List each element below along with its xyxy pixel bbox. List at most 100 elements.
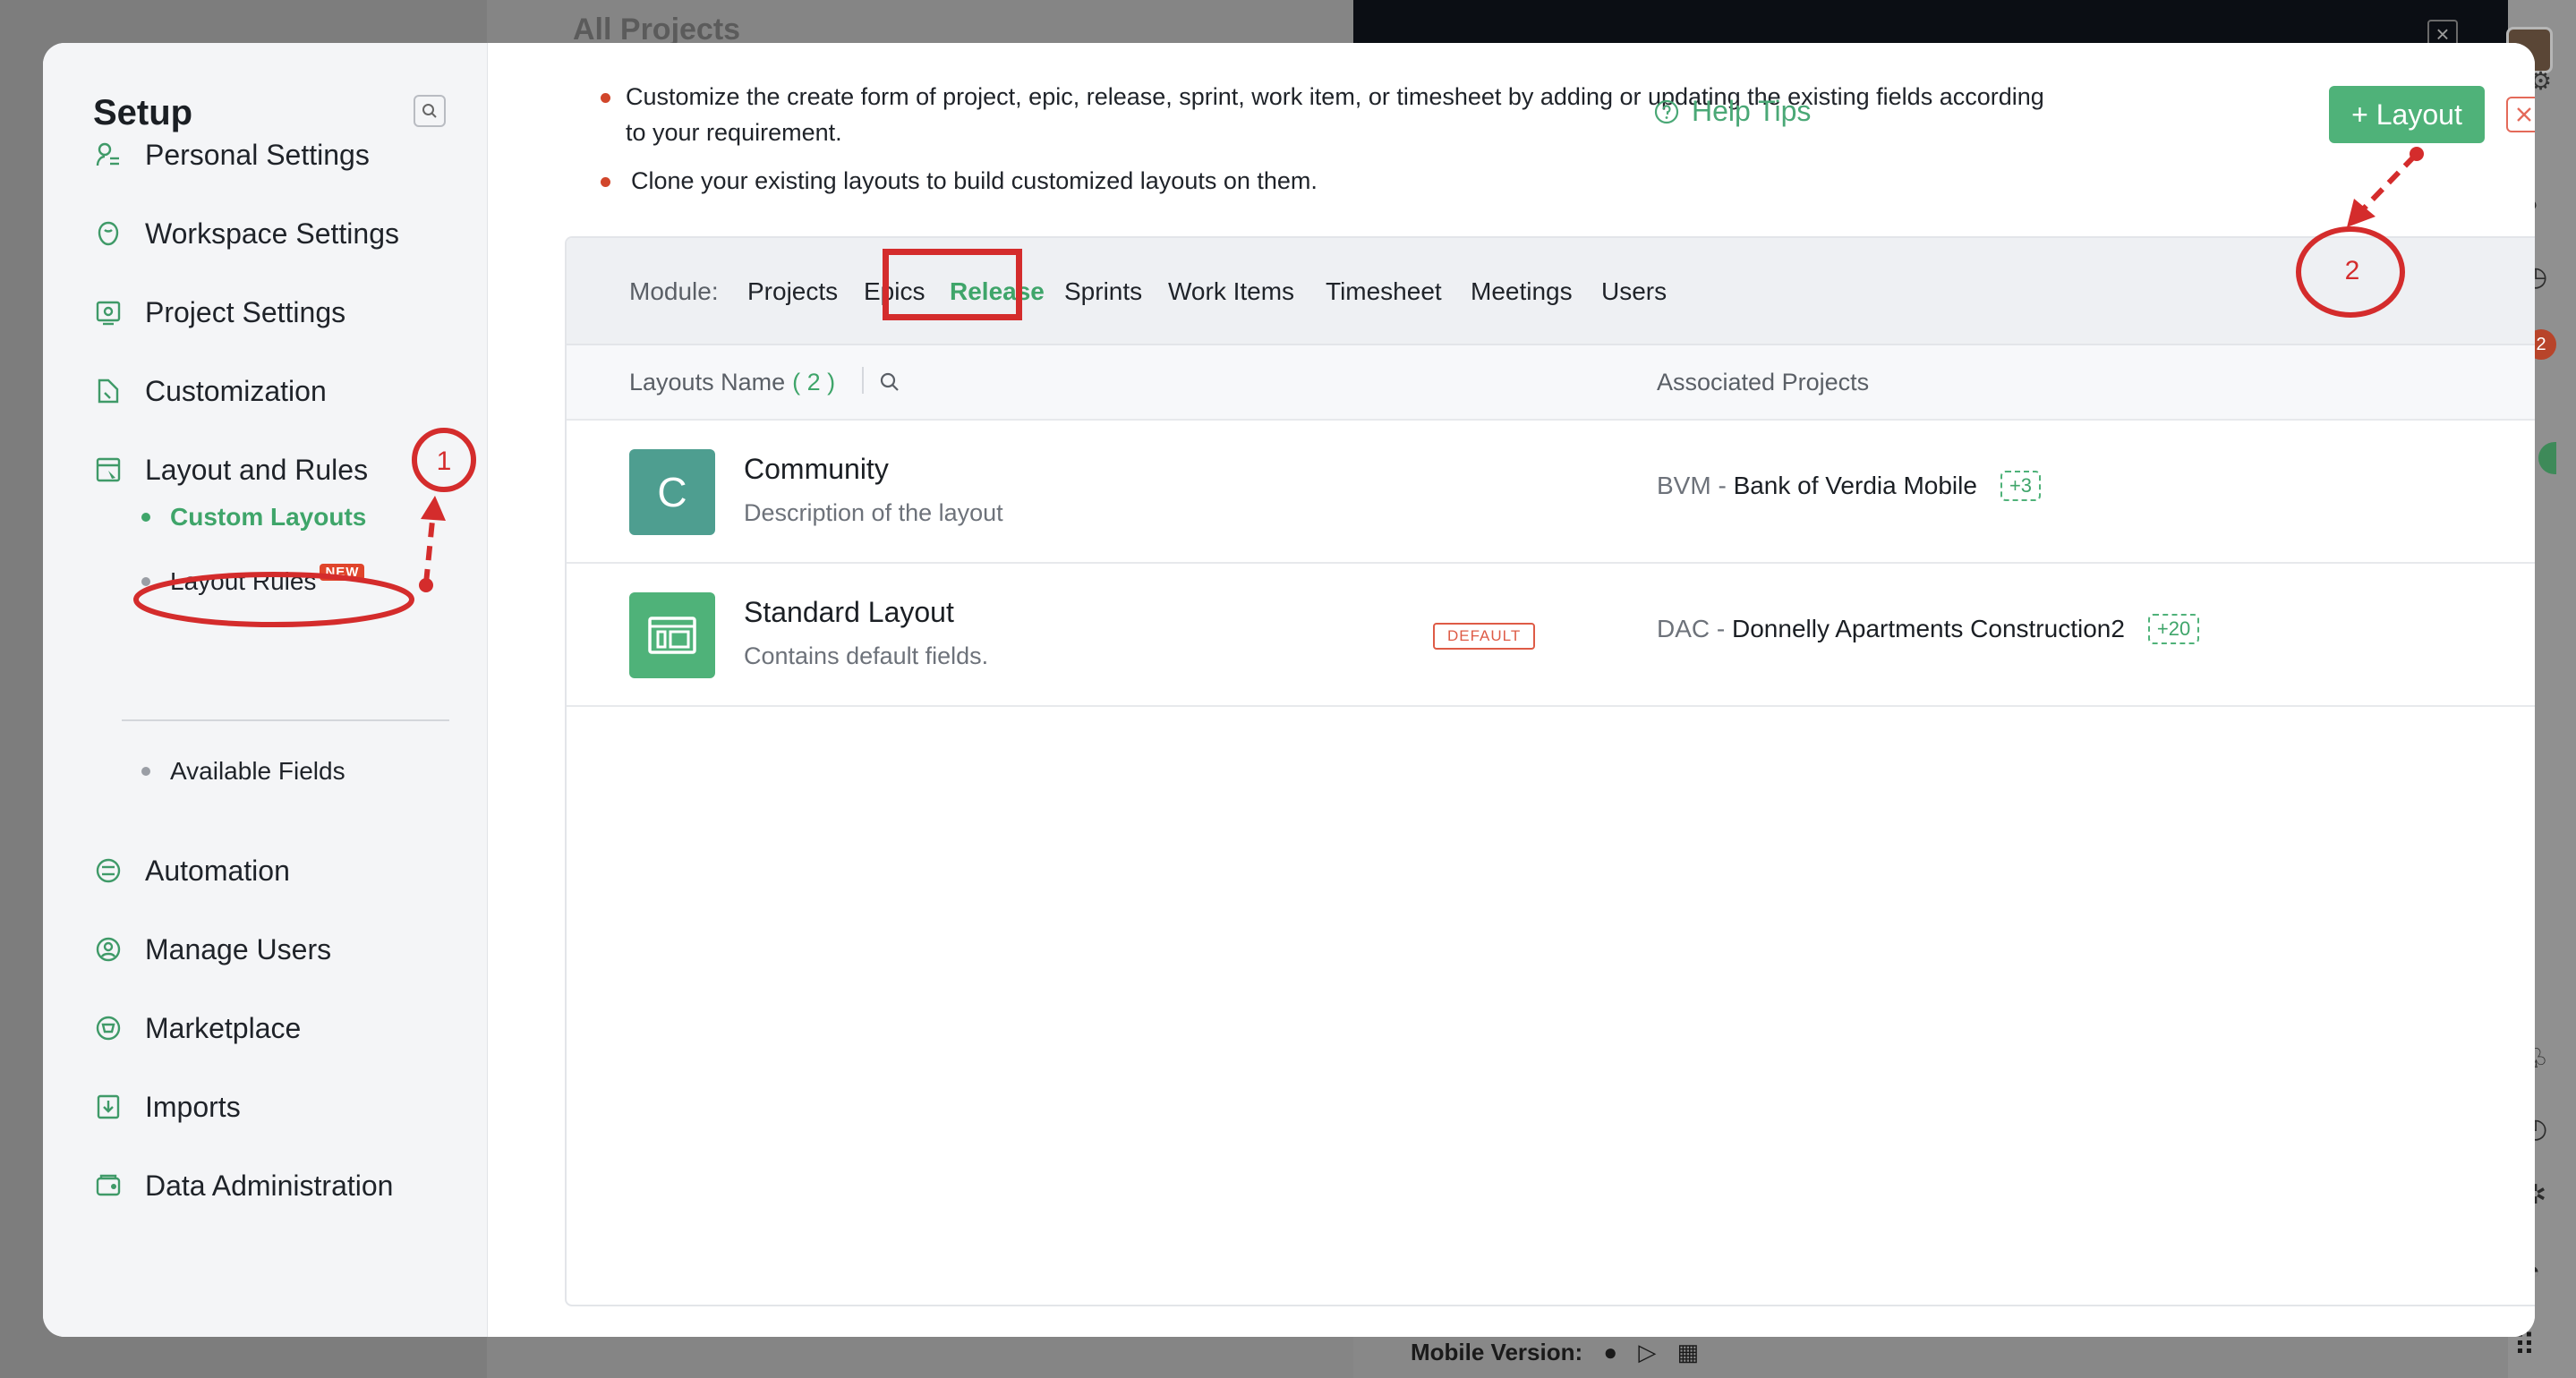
info-bullet-text: to your requirement. (626, 119, 842, 146)
table-row[interactable]: C Community Description of the layout BV… (567, 421, 2535, 564)
info-bullet: Clone your existing layouts to build cus… (601, 163, 1318, 199)
customization-icon (93, 376, 124, 406)
help-tips-link[interactable]: Help Tips (1654, 95, 1811, 128)
project-name: Donnelly Apartments Construction2 (1732, 615, 2125, 642)
project-settings-icon (93, 297, 124, 327)
imports-icon (93, 1092, 124, 1122)
layouts-panel: Module: Projects Epics Release Sprints W… (565, 236, 2535, 1306)
automation-icon (93, 855, 124, 886)
sidebar-item-imports[interactable]: Imports (93, 1085, 241, 1129)
data-administration-icon (93, 1170, 124, 1201)
sidebar-item-workspace-settings[interactable]: Workspace Settings (93, 211, 399, 256)
sidebar-item-layout-and-rules[interactable]: Layout and Rules (93, 447, 368, 492)
sidebar-item-label: Marketplace (145, 1011, 302, 1044)
sidebar-item-personal-settings[interactable]: Personal Settings (93, 132, 370, 177)
help-icon (1654, 99, 1679, 123)
more-projects-badge[interactable]: +3 (2000, 471, 2042, 501)
sidebar-subitem-available-fields[interactable]: Available Fields (141, 757, 345, 786)
layout-description: Description of the layout (744, 499, 1003, 526)
column-layouts-name: Layouts Name( 2 ) (629, 369, 835, 396)
sidebar-item-marketplace[interactable]: Marketplace (93, 1006, 301, 1051)
sidebar-subitem-label: Layout Rules (170, 567, 317, 595)
layout-rules-icon (93, 455, 124, 485)
associated-project: DAC - Donnelly Apartments Construction2 … (1657, 614, 2200, 644)
table-header: Layouts Name( 2 ) Associated Projects (567, 345, 2535, 421)
bullet-dot (601, 93, 610, 103)
project-code: DAC - (1657, 615, 1726, 642)
layout-search-button[interactable] (878, 370, 901, 398)
info-bullet-continued: to your requirement. (626, 115, 842, 150)
project-name: Bank of Verdia Mobile (1733, 472, 1977, 499)
sidebar-item-data-administration[interactable]: Data Administration (93, 1163, 393, 1208)
main-content: Customize the create form of project, ep… (488, 43, 2535, 1337)
layout-title[interactable]: Community (744, 453, 889, 486)
sidebar-item-manage-users[interactable]: Manage Users (93, 927, 331, 972)
setup-modal: Setup Personal Settings Workspace Settin… (43, 43, 2535, 1337)
tab-timesheet[interactable]: Timesheet (1326, 277, 1442, 306)
qr-code-icon: ▦ (1676, 1339, 1700, 1365)
layouts-count: ( 2 ) (792, 369, 836, 396)
sidebar-subitem-label: Custom Layouts (170, 503, 367, 531)
layout-letter-icon: C (629, 449, 715, 535)
mobile-version-label: Mobile Version: (1411, 1339, 1583, 1365)
tab-projects[interactable]: Projects (747, 277, 838, 306)
tab-meetings[interactable]: Meetings (1471, 277, 1573, 306)
sidebar-item-label: Layout and Rules (145, 453, 369, 486)
associated-project: BVM - Bank of Verdia Mobile +3 (1657, 471, 2042, 501)
sidebar-item-label: Imports (145, 1090, 241, 1123)
bullet-dot (601, 177, 610, 187)
marketplace-icon (93, 1013, 124, 1043)
sidebar-item-automation[interactable]: Automation (93, 848, 290, 893)
search-icon (880, 372, 899, 391)
sidebar-search-button[interactable] (414, 95, 446, 127)
workspace-settings-icon (93, 218, 124, 249)
sidebar-item-label: Automation (145, 854, 290, 887)
layout-title[interactable]: Standard Layout (744, 596, 954, 629)
new-badge: NEW (320, 563, 365, 581)
module-label: Module: (629, 277, 719, 305)
play-store-icon: ▷ (1638, 1339, 1657, 1365)
mobile-version: Mobile Version: ● ▷ ▦ (1411, 1339, 1699, 1366)
add-layout-button[interactable]: + Layout (2329, 86, 2485, 143)
close-modal-button[interactable] (2506, 97, 2535, 132)
column-associated-projects: Associated Projects (1657, 369, 1870, 396)
header-divider (862, 367, 864, 394)
sidebar-subitem-custom-layouts[interactable]: Custom Layouts (141, 503, 366, 532)
sidebar-item-label: Data Administration (145, 1169, 394, 1202)
tab-users[interactable]: Users (1601, 277, 1667, 306)
bullet-dot (141, 767, 150, 776)
layout-description: Contains default fields. (744, 642, 989, 669)
sidebar-item-label: Workspace Settings (145, 217, 399, 250)
close-icon (2517, 107, 2531, 122)
annotation-highlight-box (883, 249, 1022, 320)
tab-work-items[interactable]: Work Items (1168, 277, 1294, 306)
personal-settings-icon (93, 140, 124, 170)
project-code: BVM - (1657, 472, 1727, 499)
sidebar-item-customization[interactable]: Customization (93, 369, 327, 413)
search-icon (422, 104, 437, 118)
setup-title: Setup (93, 93, 193, 132)
more-projects-badge[interactable]: +20 (2147, 614, 2200, 644)
tab-sprints[interactable]: Sprints (1064, 277, 1142, 306)
table-row[interactable]: Standard Layout Contains default fields.… (567, 564, 2535, 707)
standard-layout-icon (629, 592, 715, 678)
apple-icon: ● (1603, 1339, 1618, 1365)
bullet-dot (141, 577, 150, 586)
setup-sidebar: Setup Personal Settings Workspace Settin… (43, 43, 488, 1337)
sidebar-item-label: Customization (145, 374, 327, 407)
manage-users-icon (93, 934, 124, 965)
info-bullet-text: Clone your existing layouts to build cus… (631, 167, 1318, 194)
default-badge: DEFAULT (1433, 623, 1536, 650)
sidebar-item-label: Manage Users (145, 932, 332, 965)
sidebar-item-project-settings[interactable]: Project Settings (93, 290, 345, 335)
sidebar-item-label: Personal Settings (145, 138, 370, 171)
sidebar-subitem-layout-rules[interactable]: Layout Rules NEW (141, 563, 365, 596)
info-bullet: Customize the create form of project, ep… (601, 79, 2111, 115)
info-bullet-text: Customize the create form of project, ep… (626, 83, 2044, 110)
backdrop-dark-bar (1353, 0, 2508, 47)
sidebar-subitem-label: Available Fields (170, 757, 345, 785)
module-tabs-bar: Module: Projects Epics Release Sprints W… (567, 238, 2535, 345)
sidebar-item-label: Project Settings (145, 295, 346, 328)
column-label: Layouts Name (629, 369, 786, 396)
help-tips-label: Help Tips (1692, 95, 1812, 127)
